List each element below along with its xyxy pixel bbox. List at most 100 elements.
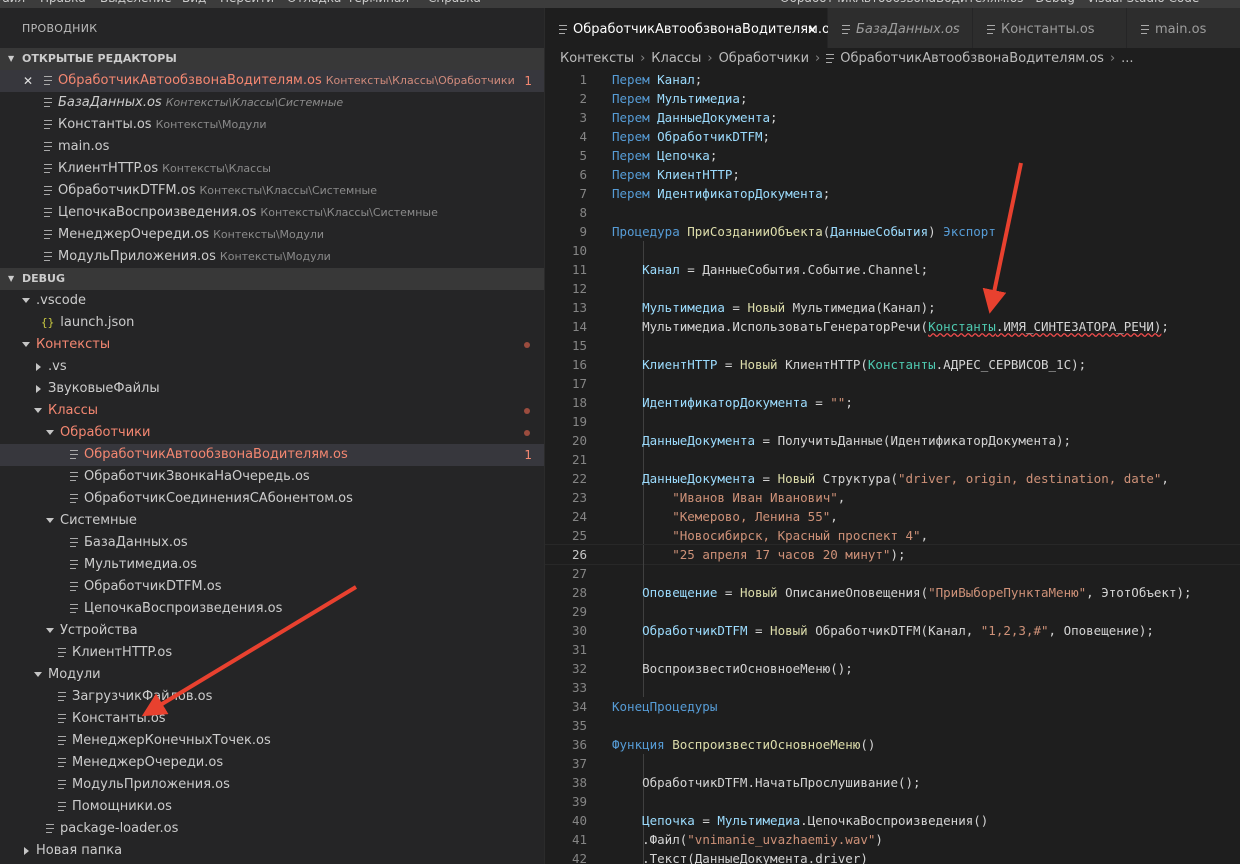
code-line[interactable]: 3 Перем ДанныеДокумента; (545, 108, 1240, 127)
code-line[interactable]: 15 (545, 336, 1240, 355)
menu-item[interactable]: Выделение (100, 0, 171, 5)
debug-folder-header[interactable]: ▼ DEBUG (0, 268, 544, 290)
code-line[interactable]: 36 Функция ВоспроизвестиОсновноеМеню() (545, 735, 1240, 754)
menu-item[interactable]: Файл (0, 0, 25, 5)
code-line[interactable]: 6 Перем КлиентHTTP; (545, 165, 1240, 184)
editor-tab[interactable]: БазаДанных.os (828, 8, 973, 48)
code-line[interactable]: 25 "Новосибирск, Красный проспект 4", (545, 526, 1240, 545)
editor-tab[interactable]: Константы.os (973, 8, 1127, 48)
tree-file[interactable]: {} launch.json (0, 312, 544, 334)
code-line[interactable]: 42 .Текст(ДанныеДокумента.driver) (545, 849, 1240, 864)
tree-file[interactable]: МенеджерКонечныхТочек.os (0, 730, 544, 752)
code-line[interactable]: 38 ОбработчикDTFM.НачатьПрослушивание(); (545, 773, 1240, 792)
code-line[interactable]: 9 Процедура ПриСозданииОбъекта(ДанныеСобы… (545, 222, 1240, 241)
tree-folder[interactable]: Классы (0, 400, 544, 422)
tree-file[interactable]: ОбработчикАвтообзвонаВодителям.os 1 (0, 444, 544, 466)
breadcrumb-item[interactable]: Классы (651, 48, 701, 70)
breadcrumb-item[interactable]: Обработчики (719, 48, 809, 70)
menu-item[interactable]: Справка (428, 0, 481, 5)
code-line[interactable]: 41 .Файл("vnimanie_uvazhaemiy.wav") (545, 830, 1240, 849)
explorer-sidebar: ПРОВОДНИК ▼ ОТКРЫТЫЕ РЕДАКТОРЫ ✕ Обработч… (0, 8, 544, 864)
tree-folder[interactable]: Обработчики (0, 422, 544, 444)
code-line[interactable]: 19 (545, 412, 1240, 431)
tree-folder[interactable]: Контексты (0, 334, 544, 356)
menu-item[interactable]: Терминал (347, 0, 409, 5)
code-line[interactable]: 23 "Иванов Иван Иванович", (545, 488, 1240, 507)
open-editor-item[interactable]: БазаДанных.os Контексты\Классы\Системные (0, 92, 544, 114)
code-line[interactable]: 17 (545, 374, 1240, 393)
tree-file[interactable]: Константы.os (0, 708, 544, 730)
menu-item[interactable]: Перейти (220, 0, 274, 5)
open-editor-item[interactable]: ЦепочкаВоспроизведения.os Контексты\Класс… (0, 202, 544, 224)
tree-folder[interactable]: Устройства (0, 620, 544, 642)
code-line[interactable]: 5 Перем Цепочка; (545, 146, 1240, 165)
menu-item[interactable]: Вид (182, 0, 206, 5)
tree-file[interactable]: МенеджерОчереди.os (0, 752, 544, 774)
code-line[interactable]: 16 КлиентHTTP = Новый КлиентHTTP(Констан… (545, 355, 1240, 374)
code-line[interactable]: 7 Перем ИдентификаторДокумента; (545, 184, 1240, 203)
tree-file[interactable]: ЦепочкаВоспроизведения.os (0, 598, 544, 620)
code-line[interactable]: 40 Цепочка = Мультимедиа.ЦепочкаВоспроиз… (545, 811, 1240, 830)
code-line[interactable]: 18 ИдентификаторДокумента = ""; (545, 393, 1240, 412)
breadcrumb-item[interactable]: ОбработчикАвтообзвонаВодителям.os (840, 48, 1104, 70)
code-line[interactable]: 26 "25 апреля 17 часов 20 минут"); (545, 544, 1240, 565)
breadcrumb-item[interactable]: Контексты (560, 48, 634, 70)
breadcrumb-item[interactable]: ... (1121, 48, 1133, 70)
tree-file[interactable]: ЗагрузчикФайлов.os (0, 686, 544, 708)
tree-folder[interactable]: ЗвуковыеФайлы (0, 378, 544, 400)
tree-file[interactable]: ОбработчикЗвонкаНаОчередь.os (0, 466, 544, 488)
open-editors-header[interactable]: ▼ ОТКРЫТЫЕ РЕДАКТОРЫ (0, 48, 544, 70)
menu-item[interactable]: Отладка (287, 0, 341, 5)
code-line[interactable]: 32 ВоспроизвестиОсновноеМеню(); (545, 659, 1240, 678)
tree-file[interactable]: Мультимедиа.os (0, 554, 544, 576)
code-line[interactable]: 22 ДанныеДокумента = Новый Структура("dr… (545, 469, 1240, 488)
close-icon[interactable]: ✕ (23, 70, 33, 92)
code-line[interactable]: 10 (545, 241, 1240, 260)
tree-file[interactable]: МодульПриложения.os (0, 774, 544, 796)
code-editor[interactable]: 1 Перем Канал; 2 Перем Мультимедиа; 3 Перем Д… (545, 70, 1240, 864)
tree-file[interactable]: КлиентHTTP.os (0, 642, 544, 664)
code-line[interactable]: 2 Перем Мультимедиа; (545, 89, 1240, 108)
tree-folder[interactable]: Новая папка (0, 840, 544, 862)
tree-file[interactable]: Помощники.os (0, 796, 544, 818)
code-line[interactable]: 20 ДанныеДокумента = ПолучитьДанные(Иден… (545, 431, 1240, 450)
tree-folder[interactable]: Системные (0, 510, 544, 532)
open-editor-item[interactable]: ✕ ОбработчикАвтообзвонаВодителям.os Контек… (0, 70, 544, 92)
code-line[interactable]: 33 (545, 678, 1240, 697)
open-editor-item[interactable]: МенеджерОчереди.os Контексты\Модули (0, 224, 544, 246)
code-line[interactable]: 27 (545, 564, 1240, 583)
editor-tab[interactable]: ОбработчикАвтообзвонаВодителям.os ✕ (545, 8, 837, 48)
open-editor-item[interactable]: main.os (0, 136, 544, 158)
tree-folder[interactable]: .vscode (0, 290, 544, 312)
code-line[interactable]: 14 Мультимедиа.ИспользоватьГенераторРечи… (545, 317, 1240, 336)
code-line[interactable]: 12 (545, 279, 1240, 298)
tree-folder[interactable]: .vs (0, 356, 544, 378)
close-icon[interactable]: ✕ (807, 8, 817, 52)
open-editor-item[interactable]: ОбработчикDTFM.os Контексты\Классы\Систем… (0, 180, 544, 202)
code-line[interactable]: 24 "Кемерово, Ленина 55", (545, 507, 1240, 526)
tree-file[interactable]: package-loader.os (0, 818, 544, 840)
open-editor-item[interactable]: МодульПриложения.os Контексты\Модули (0, 246, 544, 268)
tree-file[interactable]: ОбработчикСоединенияСАбонентом.os (0, 488, 544, 510)
tree-file[interactable]: БазаДанных.os (0, 532, 544, 554)
editor-tab[interactable]: main.os (1127, 8, 1240, 48)
code-line[interactable]: 11 Канал = ДанныеСобытия.Событие.Channel… (545, 260, 1240, 279)
code-line[interactable]: 34 КонецПроцедуры (545, 697, 1240, 716)
code-line[interactable]: 13 Мультимедиа = Новый Мультимедиа(Канал… (545, 298, 1240, 317)
code-line[interactable]: 37 (545, 754, 1240, 773)
code-line[interactable]: 4 Перем ОбработчикDTFM; (545, 127, 1240, 146)
open-editor-item[interactable]: Константы.os Контексты\Модули (0, 114, 544, 136)
code-line[interactable]: 21 (545, 450, 1240, 469)
code-line[interactable]: 8 (545, 203, 1240, 222)
tree-folder[interactable]: Модули (0, 664, 544, 686)
code-line[interactable]: 29 (545, 602, 1240, 621)
tree-file[interactable]: ОбработчикDTFM.os (0, 576, 544, 598)
code-line[interactable]: 35 (545, 716, 1240, 735)
code-line[interactable]: 39 (545, 792, 1240, 811)
open-editor-item[interactable]: КлиентHTTP.os Контексты\Классы (0, 158, 544, 180)
code-line[interactable]: 30 ОбработчикDTFM = Новый ОбработчикDTFM… (545, 621, 1240, 640)
code-line[interactable]: 28 Оповещение = Новый ОписаниеОповещения… (545, 583, 1240, 602)
code-line[interactable]: 1 Перем Канал; (545, 70, 1240, 89)
menu-item[interactable]: Правка (40, 0, 86, 5)
code-line[interactable]: 31 (545, 640, 1240, 659)
